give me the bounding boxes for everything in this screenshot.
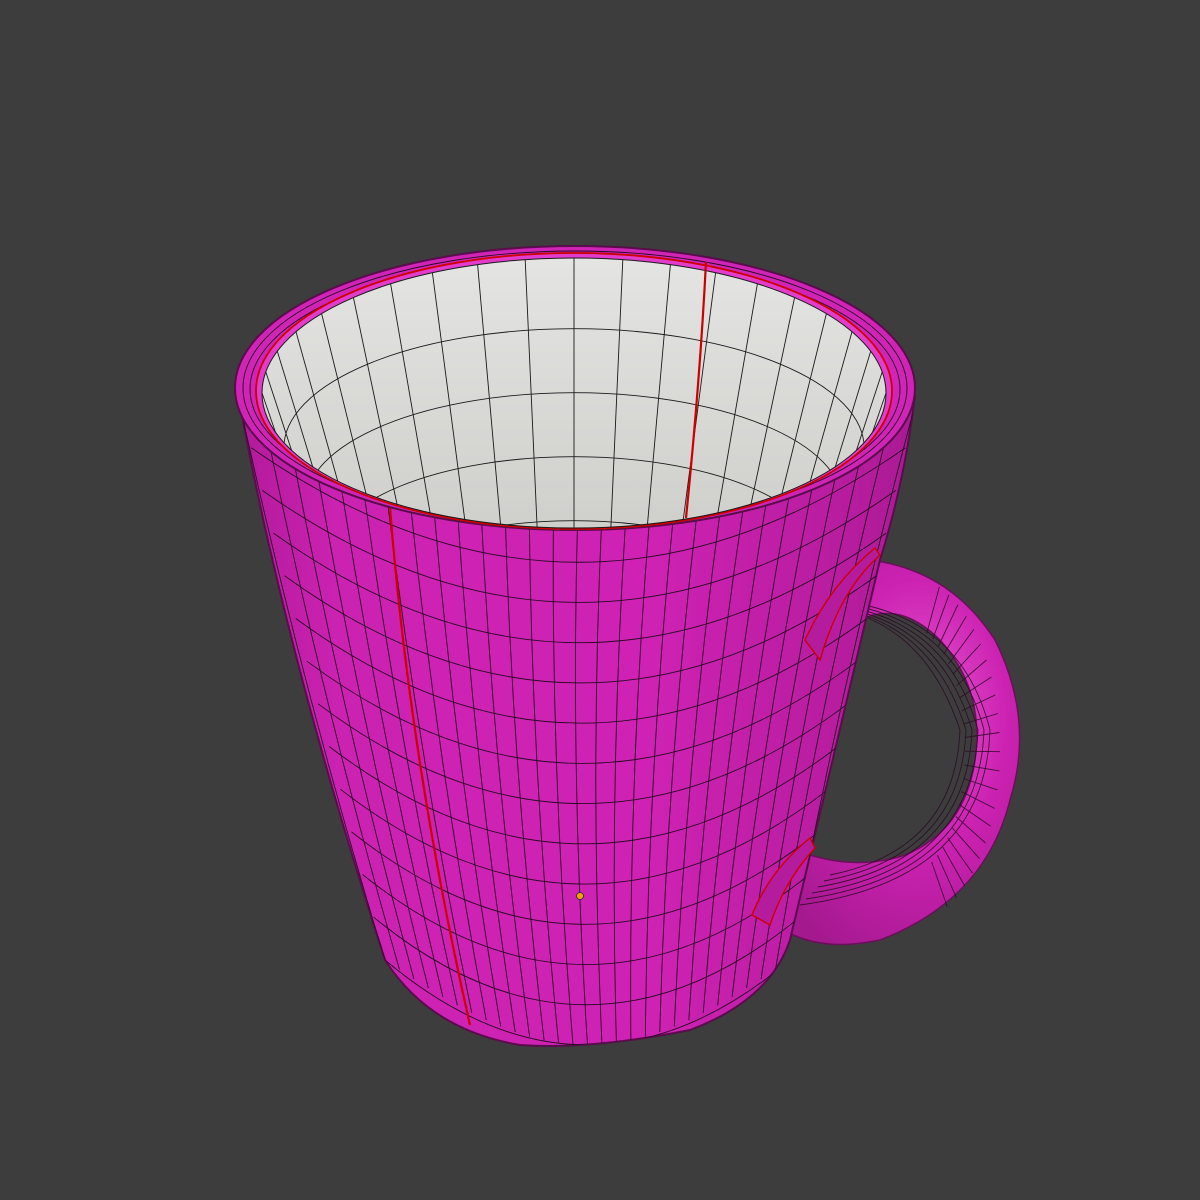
3d-viewport[interactable]	[0, 0, 1200, 1200]
object-origin-icon[interactable]	[576, 892, 584, 900]
viewport-scene[interactable]	[0, 0, 1200, 1200]
mesh-edge	[964, 750, 1001, 753]
